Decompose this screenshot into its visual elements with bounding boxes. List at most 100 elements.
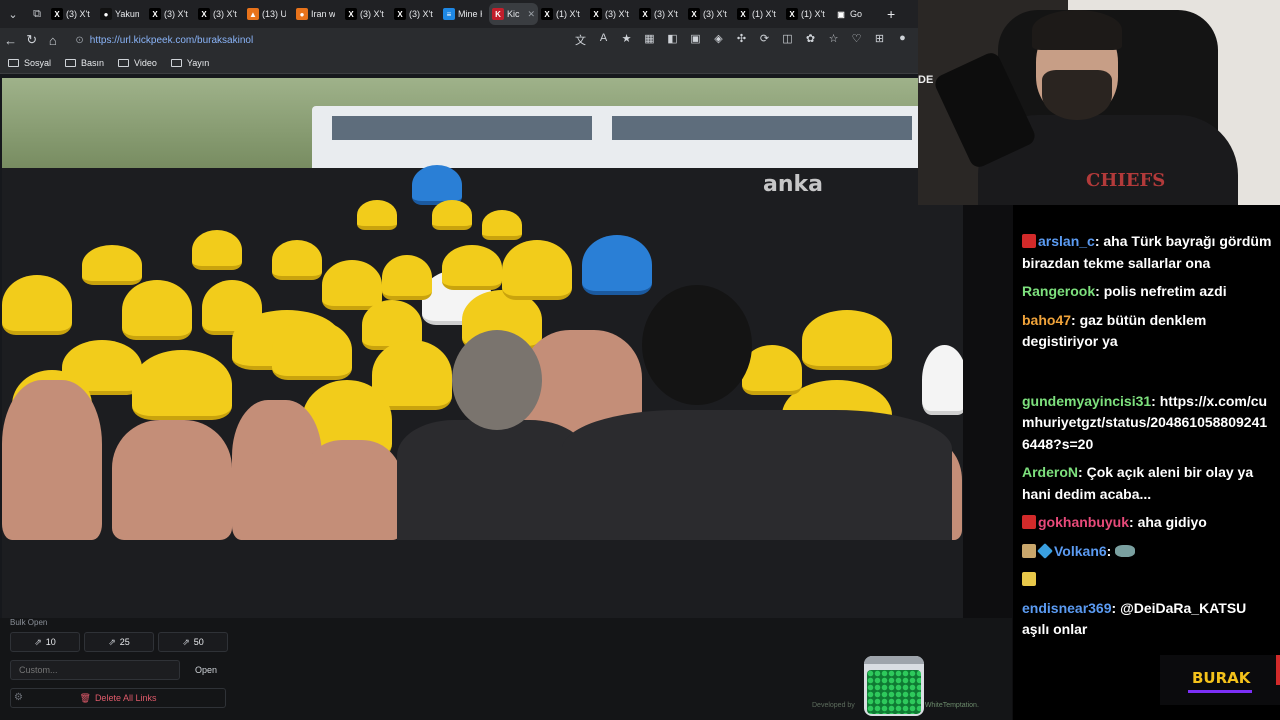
site-info-icon[interactable]: ⊙: [75, 35, 83, 46]
browser-tab[interactable]: ▲(13) Up: [244, 3, 293, 25]
new-tab-button[interactable]: +: [887, 6, 895, 22]
brand-name: BURAK: [1192, 669, 1251, 687]
browser-essentials-icon[interactable]: ♡: [845, 32, 868, 48]
profile-avatar[interactable]: ●: [891, 32, 914, 48]
browser-tab[interactable]: X(3) X'te: [587, 3, 636, 25]
chat-message: [1022, 569, 1272, 591]
alert-edge: [1276, 655, 1280, 685]
bulk-open-10-button[interactable]: ⇗ 10: [10, 632, 80, 652]
browser-tab[interactable]: ●Iran wa: [293, 3, 342, 25]
chat-username[interactable]: ArderoN: [1022, 464, 1078, 480]
browser-tab[interactable]: X(3) X'te: [636, 3, 685, 25]
delete-all-links-button[interactable]: 🗑 Delete All Links: [10, 688, 226, 708]
collections-icon[interactable]: ⊞: [868, 32, 891, 48]
read-aloud-icon[interactable]: A: [592, 32, 615, 48]
crowd-head: [642, 285, 752, 405]
address-bar: ← ↻ ⌂ ⊙ https://url.kickpeek.com/buraksa…: [0, 28, 918, 52]
browser-tab[interactable]: K Kic ✕: [489, 3, 538, 25]
chat-username[interactable]: Rangerook: [1022, 283, 1095, 299]
x-logo-icon: X: [198, 8, 210, 20]
browser-tab[interactable]: ≡Mine K: [440, 3, 489, 25]
external-link-icon: ⇗: [34, 636, 42, 647]
chat-panel: arslan_c: aha Türk bayrağı gördüm birazd…: [1013, 205, 1280, 720]
browser-tab[interactable]: X(3) X'te: [342, 3, 391, 25]
reload-icon[interactable]: ↻: [21, 32, 42, 48]
subscriber-badge-icon[interactable]: [1022, 543, 1036, 558]
extension-icon[interactable]: ◈: [707, 32, 730, 48]
browser-tab[interactable]: X(1) X'te: [734, 3, 783, 25]
home-icon[interactable]: ⌂: [42, 33, 63, 48]
url-input[interactable]: ⊙ https://url.kickpeek.com/buraksakinol: [69, 31, 569, 49]
extension-icon[interactable]: ◧: [661, 32, 684, 48]
custom-count-input[interactable]: [10, 660, 180, 680]
tab-list-chevron-icon[interactable]: ⌄: [2, 3, 24, 25]
tab-title: (3) X'te: [409, 9, 433, 19]
subscriber-badge-icon[interactable]: [1022, 572, 1036, 586]
browser-tab[interactable]: X(3) X'te: [391, 3, 440, 25]
workspaces-icon[interactable]: ⧉: [26, 3, 48, 25]
hardhat: [802, 310, 892, 370]
tab-title: Yakum: [115, 9, 139, 19]
chat-username[interactable]: gokhanbuyuk: [1038, 514, 1129, 530]
video-player[interactable]: anka: [2, 78, 963, 618]
chat-message: baho47: gaz bütün denklem degistiriyor y…: [1022, 311, 1207, 350]
refresh-extension-icon[interactable]: ⟳: [753, 32, 776, 48]
gift-box-badge-icon[interactable]: [1037, 542, 1053, 559]
browser-tab[interactable]: X(3) X'te: [48, 3, 97, 25]
kickpeek-panel: Bulk Open ⇗10 ⇗25 ⇗50 Open ⚙ 🗑Delete All…: [0, 618, 1012, 720]
hardhat: [322, 260, 382, 310]
hardhat: [122, 280, 192, 340]
extension-icon[interactable]: ✣: [730, 32, 753, 48]
chat-message: [1022, 360, 1272, 384]
tab-strip: X(3) X'te●YakumX(3) X'teX(3) X'te▲(13) U…: [48, 3, 881, 25]
hardhat: [582, 235, 652, 295]
tab-title: (3) X'te: [66, 9, 90, 19]
browser-tab[interactable]: X(3) X'te: [685, 3, 734, 25]
browser-tab[interactable]: X(3) X'te: [195, 3, 244, 25]
bookmark-folder-video[interactable]: Video: [118, 58, 157, 68]
chat-username[interactable]: endisnear369: [1022, 600, 1112, 616]
favorites-icon[interactable]: ☆: [822, 32, 845, 48]
bulk-open-50-button[interactable]: ⇗ 50: [158, 632, 228, 652]
extensions-puzzle-icon[interactable]: ✿: [799, 32, 822, 48]
close-tab-icon[interactable]: ✕: [527, 9, 535, 20]
hardhat: [82, 245, 142, 285]
browser-tab[interactable]: X(3) X'te: [146, 3, 195, 25]
browser-tab[interactable]: X(1) X'te: [783, 3, 832, 25]
kick-logo-icon: K: [492, 8, 504, 20]
kick-badge-icon[interactable]: [1022, 234, 1036, 248]
hardhat: [2, 275, 72, 335]
tab-title: (3) X'te: [703, 9, 727, 19]
hardhat: [132, 350, 232, 420]
bookmark-folder-sosyal[interactable]: Sosyal: [8, 58, 51, 68]
image-icon-icon: ▣: [835, 8, 847, 20]
tab-title: (1) X'te: [752, 9, 776, 19]
split-screen-icon[interactable]: ◫: [776, 32, 799, 48]
favorite-star-icon[interactable]: ★: [615, 32, 638, 48]
folder-icon: [170, 58, 182, 67]
hardhat: [382, 255, 432, 300]
back-arrow-icon[interactable]: ←: [0, 33, 21, 48]
chat-username[interactable]: gundemyayincisi31: [1022, 393, 1151, 409]
open-button[interactable]: Open: [186, 660, 226, 680]
external-link-icon: ⇗: [182, 636, 190, 647]
bookmark-folder-yayin[interactable]: Yayın: [170, 58, 209, 68]
extension-icon[interactable]: ▦: [638, 32, 661, 48]
hardhat: [442, 245, 502, 290]
kick-badge-icon[interactable]: [1022, 515, 1036, 529]
extension-icon[interactable]: ▣: [684, 32, 707, 48]
translate-icon[interactable]: 文: [569, 32, 592, 48]
shirt-text: CHIEFS: [1086, 170, 1166, 191]
browser-tab[interactable]: ● Yakum: [97, 3, 146, 25]
chat-username[interactable]: baho47: [1022, 312, 1071, 328]
browser-tab[interactable]: X(1) X'te: [538, 3, 587, 25]
mine-icon-icon: ≡: [443, 8, 455, 20]
bulk-open-25-button[interactable]: ⇗ 25: [84, 632, 154, 652]
chat-username[interactable]: Volkan6: [1054, 543, 1107, 559]
chat-username[interactable]: arslan_c: [1038, 233, 1095, 249]
suited-man: [397, 420, 587, 540]
browser-tab[interactable]: ▣ Go: [832, 3, 881, 25]
suited-man: [562, 410, 952, 540]
tab-title: (3) X'te: [164, 9, 188, 19]
bookmark-folder-basin[interactable]: Basın: [65, 58, 104, 68]
